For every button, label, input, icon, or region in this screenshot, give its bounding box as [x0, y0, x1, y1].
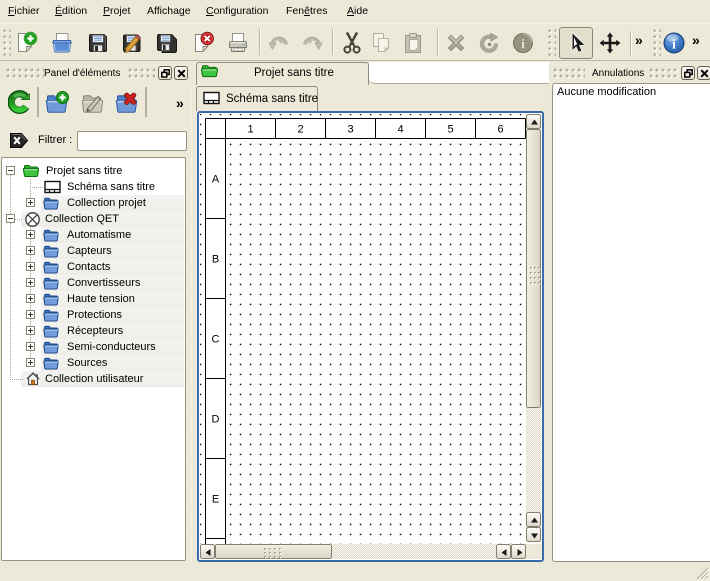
svg-text:1: 1	[247, 123, 253, 135]
svg-text:A: A	[211, 173, 219, 185]
svg-text:C: C	[211, 333, 219, 345]
svg-text:i: i	[521, 36, 525, 51]
svg-text:E: E	[211, 493, 218, 505]
svg-text:3: 3	[347, 123, 353, 135]
svg-text:2: 2	[297, 123, 303, 135]
svg-text:4: 4	[397, 123, 403, 135]
svg-text:D: D	[211, 413, 219, 425]
svg-text:i: i	[672, 38, 676, 53]
svg-text:5: 5	[447, 123, 453, 135]
svg-text:B: B	[211, 253, 218, 265]
svg-text:6: 6	[497, 123, 503, 135]
